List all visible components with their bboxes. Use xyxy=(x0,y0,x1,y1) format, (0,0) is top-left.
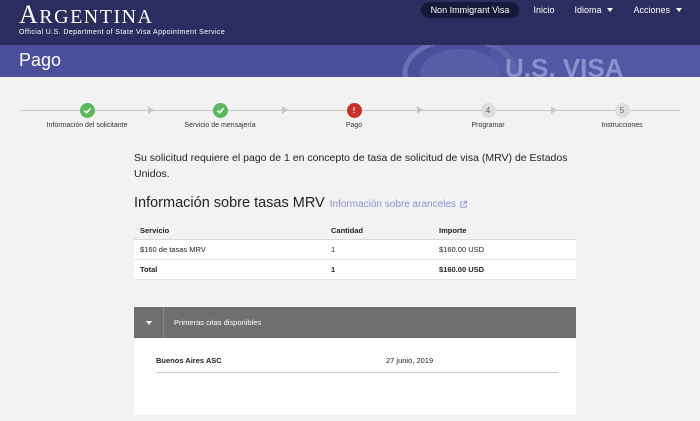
total-label-cell: Total xyxy=(134,259,325,280)
step-arrow-icon xyxy=(417,106,423,114)
table-total-row: Total 1 $160.00 USD xyxy=(134,259,576,280)
check-icon xyxy=(212,103,228,118)
nav-actions-label: Acciones xyxy=(633,5,670,15)
table-header-row: Servicio Cantidad Importe xyxy=(134,222,576,240)
table-row: $160 de tasas MRV 1 $160.00 USD xyxy=(134,239,576,260)
top-nav: Non Immigrant Visa Inicio Idioma Accione… xyxy=(420,0,688,20)
step-instructions: 5 Instrucciones xyxy=(562,103,682,129)
brand-subtitle: Official U.S. Department of State Visa A… xyxy=(19,29,226,36)
appointment-location: Buenos Aires ASC xyxy=(156,356,222,365)
payment-content: Su solicitud requiere el pago de 1 en co… xyxy=(134,150,576,211)
list-item: Buenos Aires ASC 27 junio, 2019 xyxy=(156,356,558,373)
step-arrow-icon xyxy=(282,106,288,114)
column-header-amount: Importe xyxy=(433,222,576,240)
fees-heading: Información sobre tasas MRV Información … xyxy=(134,195,576,211)
step-arrow-icon xyxy=(148,106,154,114)
step-payment: ! Pago xyxy=(294,103,414,129)
appointment-date: 27 junio, 2019 xyxy=(386,356,434,365)
step-label: Servicio de mensajería xyxy=(184,122,256,129)
fees-info-link[interactable]: Información sobre aranceles xyxy=(330,199,468,210)
chevron-down-icon xyxy=(676,8,682,12)
appointments-panel-body: Buenos Aires ASC 27 junio, 2019 xyxy=(134,338,576,415)
step-number: 4 xyxy=(480,103,496,118)
fees-table: Servicio Cantidad Importe $160 de tasas … xyxy=(134,222,576,280)
fees-info-link-label: Información sobre aranceles xyxy=(329,199,456,210)
total-amount-cell: $160.00 USD xyxy=(433,259,576,280)
step-arrow-icon xyxy=(551,106,557,114)
alert-icon: ! xyxy=(346,103,362,118)
nav-language-label: Idioma xyxy=(574,5,602,15)
appointments-panel: Primeras citas disponibles Buenos Aires … xyxy=(134,307,576,415)
nav-home-label: Inicio xyxy=(533,5,555,15)
chevron-down-icon xyxy=(607,8,614,12)
step-schedule: 4 Programar xyxy=(428,103,548,129)
step-label: Instrucciones xyxy=(601,122,643,129)
step-label: Pago xyxy=(345,122,363,129)
nav-language-dropdown[interactable]: Idioma xyxy=(568,5,619,15)
panel-collapse-toggle[interactable] xyxy=(134,307,164,338)
fee-quantity-cell: 1 xyxy=(325,239,433,260)
chevron-down-icon xyxy=(145,320,152,325)
watermark-text: U.S. VISA xyxy=(505,53,624,77)
country-title: ARGENTINA xyxy=(19,0,154,29)
fee-service-cell: $160 de tasas MRV xyxy=(134,239,325,260)
step-number: 5 xyxy=(614,103,630,118)
page-banner: Pago U.S. VISA xyxy=(0,45,700,77)
check-icon xyxy=(79,103,95,118)
fees-title: Información sobre tasas MRV xyxy=(134,195,325,211)
progress-stepper: Información del solicitante Servicio de … xyxy=(0,95,700,135)
page-title: Pago xyxy=(19,50,62,70)
nav-home-link[interactable]: Inicio xyxy=(527,5,560,15)
brand: ARGENTINA Official U.S. Department of St… xyxy=(19,0,226,37)
appointments-panel-title: Primeras citas disponibles xyxy=(174,318,262,327)
nav-actions-dropdown[interactable]: Acciones xyxy=(627,5,688,15)
top-header: ARGENTINA Official U.S. Department of St… xyxy=(0,0,700,45)
visa-type-button[interactable]: Non Immigrant Visa xyxy=(420,2,520,18)
external-link-icon xyxy=(460,200,468,208)
visa-watermark-image: U.S. VISA xyxy=(402,45,700,77)
step-applicant-info: Información del solicitante xyxy=(27,103,147,129)
step-label: Programar xyxy=(471,122,505,129)
step-courier-service: Servicio de mensajería xyxy=(160,103,280,129)
column-header-service: Servicio xyxy=(134,222,325,240)
column-header-quantity: Cantidad xyxy=(325,222,433,240)
appointments-panel-header: Primeras citas disponibles xyxy=(134,307,576,338)
payment-intro-text: Su solicitud requiere el pago de 1 en co… xyxy=(134,152,568,180)
total-quantity-cell: 1 xyxy=(325,259,433,280)
fee-amount-cell: $160.00 USD xyxy=(433,239,576,260)
step-label: Información del solicitante xyxy=(46,122,128,129)
